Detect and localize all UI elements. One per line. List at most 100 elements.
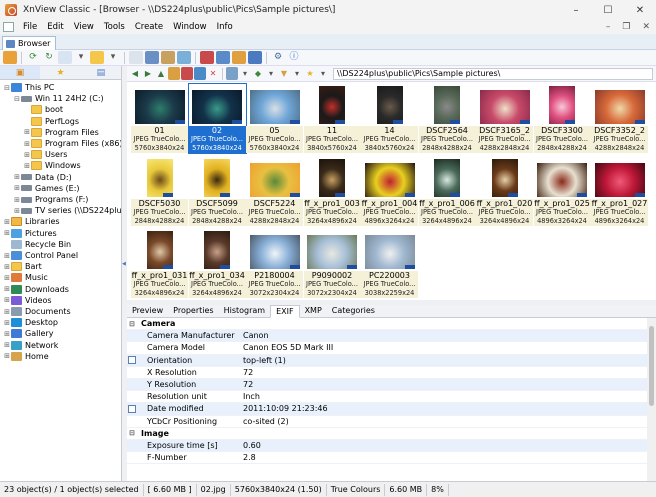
tab-properties[interactable]: Properties <box>168 305 218 318</box>
tree-item[interactable]: ⊞ Windows <box>23 160 81 171</box>
up-arrow-icon[interactable]: ▲ <box>155 67 167 80</box>
mdi-restore-button[interactable]: ❐ <box>622 22 630 32</box>
tree-item[interactable]: ⊞ Program Files <box>23 127 99 138</box>
thumbnail-item[interactable]: 11 JPEG TrueColo... 3840x5760x24 <box>303 84 361 153</box>
tree-item[interactable]: ⊞ Network <box>3 340 58 351</box>
expand-icon[interactable]: ⊞ <box>13 184 21 192</box>
expand-icon[interactable]: ⊞ <box>3 274 11 282</box>
tree-item[interactable]: ⊞ TV series (\\DS224plus) <box>13 205 121 216</box>
refresh-icon[interactable]: ⟳ <box>26 51 40 64</box>
browser-home-icon[interactable] <box>3 51 17 64</box>
tree-item[interactable]: ⊞ Music <box>3 272 48 283</box>
minimize-button[interactable]: – <box>560 0 592 20</box>
sort-icon[interactable]: ◆ <box>252 67 264 80</box>
thumbnail-item[interactable]: DSCF3352_2 JPEG TrueColo... 4288x2848x24 <box>591 84 648 153</box>
thumbnail-item[interactable]: 01 JPEG TrueColo... 5760x3840x24 <box>131 84 188 153</box>
expand-icon[interactable]: ⊞ <box>13 207 21 215</box>
thumbnail-item[interactable]: P2180004 JPEG TrueColo... 3072x2304x24 <box>246 229 303 298</box>
tree-item[interactable]: ⊞ Downloads <box>3 284 69 295</box>
menu-window[interactable]: Window <box>168 22 212 32</box>
tree-item[interactable]: Recycle Bin <box>3 239 71 250</box>
thumbnail-item[interactable]: ff_x_pro1_031 JPEG TrueColo... 3264x4896x2… <box>131 229 188 298</box>
thumbnail-item[interactable]: ff_x_pro1_006 JPEG TrueColo... 3264x4896x2… <box>418 157 476 226</box>
tree-item[interactable]: ⊞ Control Panel <box>3 250 78 261</box>
expand-icon[interactable]: ⊞ <box>3 285 11 293</box>
dropdown-arrow-icon[interactable]: ▾ <box>106 51 120 64</box>
expand-icon[interactable]: ⊞ <box>3 308 11 316</box>
email-icon[interactable] <box>232 51 246 64</box>
tree-item[interactable]: PerfLogs <box>23 116 79 127</box>
edit-icon[interactable] <box>128 356 136 365</box>
thumbnail-item[interactable]: 02 JPEG TrueColo... 5760x3840x24 <box>187 83 247 154</box>
thumbnail-item[interactable]: ff_x_pro1_003 JPEG TrueColo... 3264x4896x2… <box>303 157 361 226</box>
exif-section-header[interactable]: ⊟ Image <box>127 427 656 440</box>
xnview-app-icon[interactable] <box>5 4 17 16</box>
tree-item[interactable]: ⊞ Data (D:) <box>13 172 72 183</box>
menu-tools[interactable]: Tools <box>99 22 130 32</box>
thumbnail-item[interactable]: DSCF5030 JPEG TrueColo... 2848x4288x24 <box>131 157 188 226</box>
thumbnail-item[interactable]: P9090002 JPEG TrueColo... 3072x2304x24 <box>303 229 361 298</box>
dropdown-arrow-icon[interactable]: ▾ <box>265 67 277 80</box>
exif-scrollbar[interactable] <box>647 318 656 481</box>
expand-icon[interactable]: ⊞ <box>3 341 11 349</box>
tree-item[interactable]: ⊟ Win 11 24H2 (C:) <box>13 93 104 104</box>
expand-icon[interactable]: ⊞ <box>13 173 21 181</box>
thumbnail-item[interactable]: 14 JPEG TrueColo... 3840x5760x24 <box>361 84 418 153</box>
tree-item[interactable]: ⊞ Programs (F:) <box>13 194 88 205</box>
tree-item[interactable]: ⊟ This PC <box>3 82 54 93</box>
expand-icon[interactable]: ⊞ <box>23 128 31 136</box>
menu-view[interactable]: View <box>69 22 99 32</box>
mdi-close-button[interactable]: ✕ <box>642 22 650 32</box>
close-button[interactable]: ✕ <box>624 0 656 20</box>
thumbnail-item[interactable]: DSCF5224 JPEG TrueColo... 4288x2848x24 <box>246 157 303 226</box>
expand-icon[interactable]: ⊞ <box>3 319 11 327</box>
funnel-filter-icon[interactable]: ▼ <box>278 67 290 80</box>
dropdown-arrow-icon[interactable]: ▾ <box>291 67 303 80</box>
web-page-icon[interactable] <box>216 51 230 64</box>
open-folder-icon[interactable] <box>90 51 104 64</box>
back-arrow-icon[interactable]: ◀ <box>129 67 141 80</box>
tree-item[interactable]: ⊞ Pictures <box>3 228 57 239</box>
tree-item[interactable]: ⊞ Home <box>3 351 49 362</box>
tree-item[interactable]: ⊞ Bart <box>3 261 42 272</box>
expand-icon[interactable]: ⊞ <box>3 218 11 226</box>
expand-icon[interactable]: ⊞ <box>23 162 31 170</box>
tree-item[interactable]: boot <box>23 104 63 115</box>
thumbnail-item[interactable]: ff_x_pro1_004 JPEG TrueColo... 4896x3264x2… <box>361 157 418 226</box>
categories-tab-icon[interactable]: ▤ <box>81 66 121 79</box>
menu-info[interactable]: Info <box>212 22 238 32</box>
tab-xmp[interactable]: XMP <box>300 305 327 318</box>
thumbnail-item[interactable]: 05 JPEG TrueColo... 5760x3840x24 <box>246 84 303 153</box>
sync-icon[interactable]: ↻ <box>42 51 56 64</box>
expand-icon[interactable]: ⊞ <box>3 352 11 360</box>
tree-item[interactable]: ⊞ Users <box>23 149 67 160</box>
thumbnail-item[interactable]: ff_x_pro1_034 JPEG TrueColo... 3264x4896x2… <box>188 229 246 298</box>
info-icon[interactable]: ⓘ <box>287 51 301 64</box>
expand-icon[interactable]: ⊞ <box>23 151 31 159</box>
scan-icon[interactable] <box>145 51 159 64</box>
thumbnail-item[interactable]: ff_x_pro1_025 JPEG TrueColo... 4896x3264x2… <box>533 157 591 226</box>
thumbnail-item[interactable]: DSCF3300 JPEG TrueColo... 2848x4288x24 <box>533 84 591 153</box>
delete-icon[interactable]: ✕ <box>207 67 219 80</box>
tree-item[interactable]: ⊞ Gallery <box>3 328 54 339</box>
tab-browser[interactable]: Browser <box>2 36 57 50</box>
scrollbar-thumb[interactable] <box>649 326 654 406</box>
tab-preview[interactable]: Preview <box>127 305 168 318</box>
slideshow-icon[interactable] <box>161 51 175 64</box>
expand-icon[interactable]: ⊞ <box>23 140 31 148</box>
maximize-button[interactable]: ☐ <box>592 0 624 20</box>
print-icon[interactable] <box>129 51 143 64</box>
filter-icon[interactable] <box>168 67 180 80</box>
thumbnail-item[interactable]: DSCF5099 JPEG TrueColo... 2848x4288x24 <box>188 157 246 226</box>
move-icon[interactable] <box>194 67 206 80</box>
tab-categories[interactable]: Categories <box>327 305 380 318</box>
thumbnail-item[interactable]: ff_x_pro1_020 JPEG TrueColo... 3264x4896x2… <box>476 157 533 226</box>
tree-item[interactable]: ⊞ Videos <box>3 295 52 306</box>
menu-edit[interactable]: Edit <box>42 22 68 32</box>
capture-icon[interactable] <box>177 51 191 64</box>
batch-convert-icon[interactable] <box>200 51 214 64</box>
convert-icon[interactable] <box>58 51 72 64</box>
thumbnail-item[interactable]: ff_x_pro1_027 JPEG TrueColo... 4896x3264x2… <box>591 157 648 226</box>
tab-exif[interactable]: EXIF <box>270 304 300 318</box>
collapse-icon[interactable]: ⊟ <box>3 84 11 92</box>
